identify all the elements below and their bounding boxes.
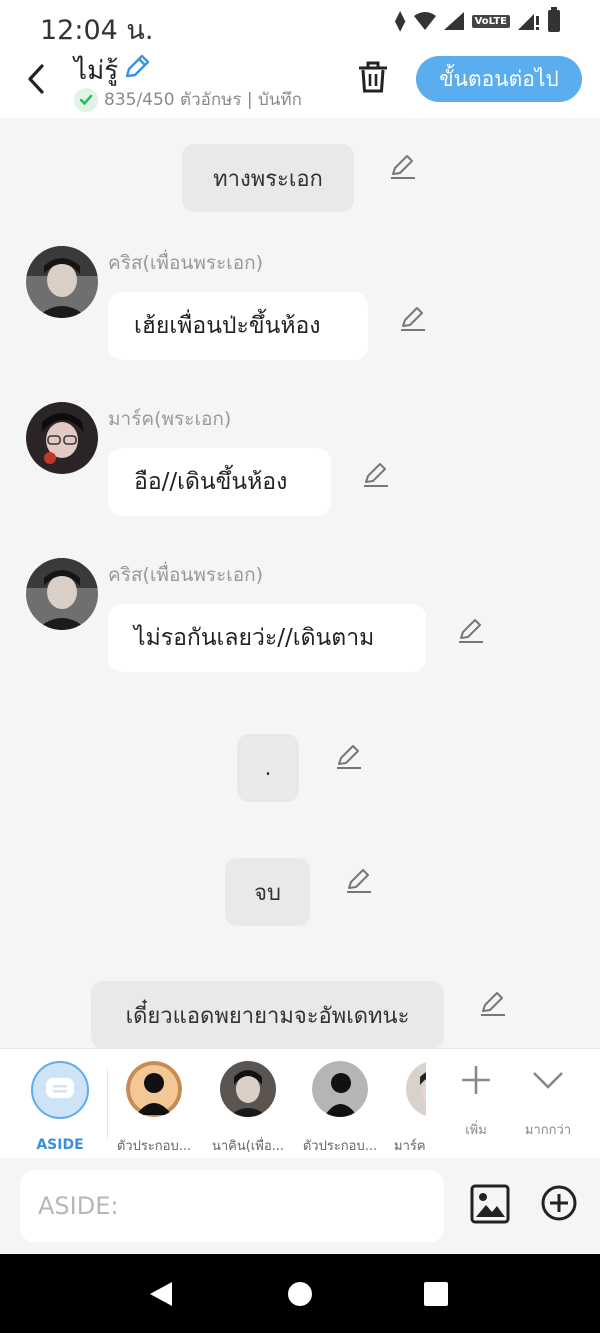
chat-bubble-icon: [31, 1061, 89, 1119]
battery-icon: [548, 7, 560, 32]
story-title[interactable]: ไม่รู้: [74, 50, 118, 91]
char-count-text: 835/450 ตัวอักษร | บันทึก: [104, 90, 302, 110]
add-circle-icon[interactable]: [540, 1184, 578, 1222]
character-label: นาคิน(เพื่อ...: [211, 1139, 285, 1154]
data-arrows-icon: ▲ ▼: [394, 8, 406, 34]
character-selector: ASIDE ตัวประกอบ... นาคิน(เพื่อ... ตัวประ…: [0, 1048, 600, 1158]
message-bubble[interactable]: ไม่รอกันเลยว่ะ//เดินตาม: [108, 604, 426, 672]
more-label: มากกว่า: [524, 1123, 572, 1138]
character-option[interactable]: ตัวประกอบ...: [112, 1061, 196, 1156]
volte-badge: VoLTE: [471, 14, 510, 28]
edit-message-icon[interactable]: [345, 866, 373, 894]
avatar: [406, 1061, 426, 1117]
character-option[interactable]: มาร์ค: [378, 1061, 426, 1156]
system-navigation-bar: [0, 1254, 600, 1333]
edit-message-icon[interactable]: [479, 989, 507, 1017]
character-label: ตัวประกอบ...: [116, 1139, 192, 1154]
avatar: [220, 1061, 276, 1117]
status-icons: ▲ ▼ VoLTE: [394, 7, 560, 34]
edit-message-icon[interactable]: [389, 152, 417, 180]
character-label: มาร์ค: [394, 1139, 426, 1154]
narration-bubble[interactable]: .: [237, 734, 299, 802]
check-icon: [74, 87, 98, 112]
signal-icon: [443, 12, 464, 30]
add-label: เพิ่ม: [465, 1123, 487, 1138]
chat-area: ทางพระเอก คริส(เพื่อนพระเอก) เฮ้ยเพื่อนป…: [0, 118, 600, 1049]
character-label: ตัวประกอบ...: [302, 1139, 378, 1154]
message-bubble[interactable]: อือ//เดินขึ้นห้อง: [108, 448, 331, 516]
more-characters-button[interactable]: มากกว่า: [518, 1063, 578, 1140]
message-input[interactable]: [20, 1170, 444, 1242]
silhouette-avatar: [126, 1061, 182, 1117]
signal-2-icon: [518, 14, 539, 30]
chevron-down-icon: [533, 1072, 563, 1089]
edit-message-icon[interactable]: [335, 742, 363, 770]
nav-recents-icon[interactable]: [424, 1282, 448, 1306]
trash-icon[interactable]: [357, 60, 389, 94]
nav-back-icon[interactable]: [148, 1280, 174, 1308]
character-option[interactable]: ตัวประกอบ...: [298, 1061, 382, 1156]
save-status: 835/450 ตัวอักษร | บันทึก: [74, 86, 302, 113]
narration-bubble[interactable]: ทางพระเอก: [182, 144, 354, 212]
nav-home-icon[interactable]: [288, 1282, 312, 1306]
plus-icon: [462, 1066, 490, 1094]
edit-message-icon[interactable]: [362, 460, 390, 488]
avatar[interactable]: [26, 558, 98, 630]
narration-bubble[interactable]: จบ: [225, 858, 310, 926]
character-aside[interactable]: ASIDE: [18, 1061, 102, 1153]
wifi-icon: [413, 12, 436, 30]
composer: [0, 1158, 600, 1254]
message-bubble[interactable]: เฮ้ยเพื่อนป่ะขึ้นห้อง: [108, 292, 368, 360]
edit-title-icon[interactable]: [122, 52, 152, 82]
edit-message-icon[interactable]: [399, 304, 427, 332]
image-icon[interactable]: [470, 1184, 510, 1224]
silhouette-avatar: [312, 1061, 368, 1117]
character-name: คริส(เพื่อนพระเอก): [108, 252, 264, 274]
character-name: คริส(เพื่อนพระเอก): [108, 564, 264, 586]
add-character-button[interactable]: เพิ่ม: [446, 1063, 506, 1140]
avatar[interactable]: [26, 246, 98, 318]
next-step-button[interactable]: ขั้นตอนต่อไป: [416, 56, 582, 102]
character-option[interactable]: นาคิน(เพื่อ...: [206, 1061, 290, 1156]
divider: [107, 1069, 108, 1139]
character-label: ASIDE: [36, 1137, 84, 1153]
avatar[interactable]: [26, 402, 98, 474]
character-name: มาร์ค(พระเอก): [108, 408, 232, 430]
editor-header: ไม่รู้ 835/450 ตัวอักษร | บันทึก ขั้นตอน…: [0, 44, 600, 118]
narration-bubble[interactable]: เดี๋ยวแอดพยายามจะอัพเดทนะ: [91, 981, 444, 1049]
back-arrow-icon[interactable]: [22, 60, 56, 98]
edit-message-icon[interactable]: [457, 616, 485, 644]
status-bar: 12:04 น. ▲ ▼ VoLTE: [0, 0, 600, 46]
